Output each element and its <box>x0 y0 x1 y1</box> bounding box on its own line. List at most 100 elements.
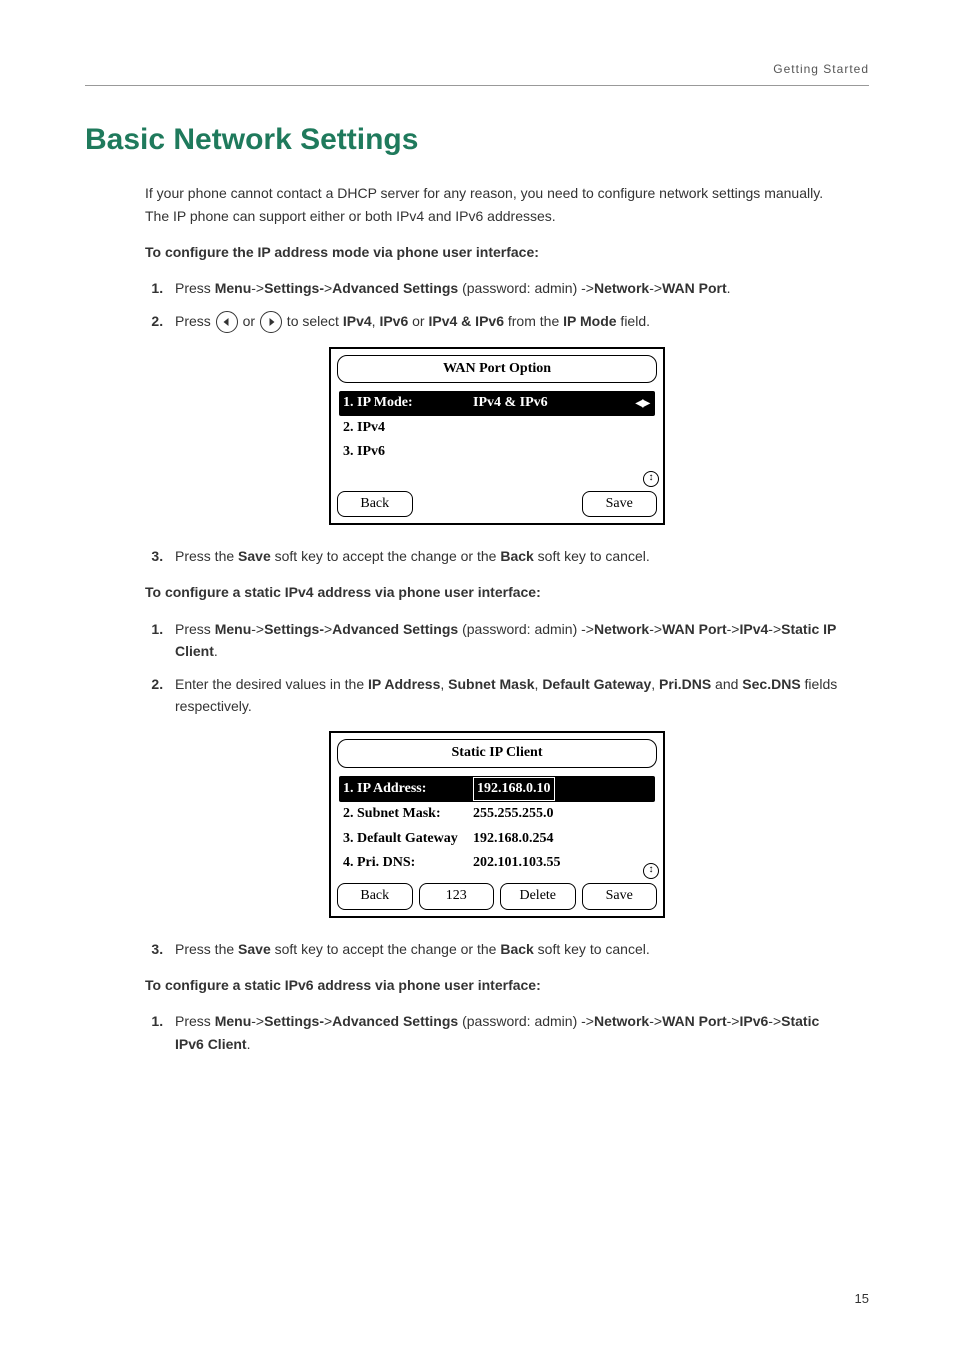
section2-steps: Press Menu->Settings->Advanced Settings … <box>145 618 849 718</box>
option: IPv4 & IPv6 <box>428 313 504 329</box>
menu-path: Settings- <box>264 1013 324 1029</box>
row-value: 192.168.0.254 <box>473 828 651 850</box>
softkey-name: Back <box>500 548 533 564</box>
phone-screen-static-ip: Static IP Client 1. IP Address: 192.168.… <box>329 731 665 917</box>
row-key: 1. IP Address: <box>343 778 473 800</box>
text: , <box>440 676 448 692</box>
text: > <box>324 1013 332 1029</box>
menu-row: 2. IPv4 <box>339 416 655 440</box>
scroll-indicator-icon: ↕ <box>643 863 659 879</box>
softkey-save: Save <box>582 883 658 909</box>
text: (password: admin) -> <box>458 621 594 637</box>
text: and <box>711 676 742 692</box>
menu-row-selected: 1. IP Mode: IPv4 & IPv6 ◀▶ <box>339 391 655 415</box>
screen-title: Static IP Client <box>337 739 657 767</box>
text: field. <box>617 313 650 329</box>
menu-path: Settings- <box>264 280 324 296</box>
field-name: IP Mode <box>563 313 616 329</box>
text: . <box>247 1036 251 1052</box>
text: -> <box>251 1013 264 1029</box>
text: Press the <box>175 548 238 564</box>
section2-steps-cont: Press the Save soft key to accept the ch… <box>145 938 849 960</box>
menu-path: Menu <box>215 1013 252 1029</box>
option: IPv4 <box>343 313 372 329</box>
text: (password: admin) -> <box>458 1013 594 1029</box>
softkey-123: 123 <box>419 883 495 909</box>
menu-path: Network <box>594 621 649 637</box>
text: -> <box>251 621 264 637</box>
text: > <box>324 621 332 637</box>
text: Press <box>175 621 215 637</box>
left-arrow-icon <box>216 311 238 333</box>
text: -> <box>251 280 264 296</box>
text: -> <box>649 280 662 296</box>
softkey-save: Save <box>582 491 658 517</box>
text: soft key to cancel. <box>534 941 650 957</box>
text: , <box>651 676 659 692</box>
menu-row: 4. Pri. DNS: 202.101.103.55 <box>339 851 655 875</box>
text: Press <box>175 280 215 296</box>
row-value: 255.255.255.0 <box>473 803 651 825</box>
softkey-name: Back <box>500 941 533 957</box>
row-key: 2. Subnet Mask: <box>343 803 473 825</box>
menu-row: 2. Subnet Mask: 255.255.255.0 <box>339 802 655 826</box>
text: -> <box>768 1013 781 1029</box>
menu-path: Advanced Settings <box>332 621 458 637</box>
text: Press the <box>175 941 238 957</box>
phone-screen-wan-port: WAN Port Option 1. IP Mode: IPv4 & IPv6 … <box>329 347 665 525</box>
text: soft key to accept the change or the <box>271 548 501 564</box>
value-box: 192.168.0.10 <box>473 777 555 801</box>
field-name: Subnet Mask <box>448 676 534 692</box>
section1-heading: To configure the IP address mode via pho… <box>145 241 849 263</box>
softkey-bar: Back Save <box>337 491 657 517</box>
menu-path: Advanced Settings <box>332 280 458 296</box>
section2-step3: Press the Save soft key to accept the ch… <box>167 938 849 960</box>
row-value: 202.101.103.55 <box>473 852 651 874</box>
row-value: 192.168.0.10 <box>473 777 651 801</box>
section2-step1: Press Menu->Settings->Advanced Settings … <box>167 618 849 663</box>
field-name: Pri.DNS <box>659 676 711 692</box>
field-name: IP Address <box>368 676 440 692</box>
row-key: 2. IPv4 <box>343 417 473 439</box>
text: . <box>727 280 731 296</box>
row-key: 3. IPv6 <box>343 441 473 463</box>
menu-path: Menu <box>215 621 252 637</box>
row-value: IPv4 & IPv6 <box>473 392 636 414</box>
screen-body: 1. IP Mode: IPv4 & IPv6 ◀▶ 2. IPv4 3. IP… <box>337 389 657 484</box>
text: Press <box>175 313 215 329</box>
softkey-delete: Delete <box>500 883 576 909</box>
menu-path: Menu <box>215 280 252 296</box>
section3-steps: Press Menu->Settings->Advanced Settings … <box>145 1010 849 1055</box>
right-arrow-icon <box>260 311 282 333</box>
softkey-back: Back <box>337 883 413 909</box>
section3-step1: Press Menu->Settings->Advanced Settings … <box>167 1010 849 1055</box>
menu-path: Advanced Settings <box>332 1013 458 1029</box>
page-title: Basic Network Settings <box>85 116 869 164</box>
text: -> <box>768 621 781 637</box>
text: soft key to cancel. <box>534 548 650 564</box>
section1-steps: Press Menu->Settings->Advanced Settings … <box>145 277 849 333</box>
section1-steps-cont: Press the Save soft key to accept the ch… <box>145 545 849 567</box>
text: or <box>239 313 259 329</box>
text: -> <box>649 1013 662 1029</box>
screen-title: WAN Port Option <box>337 355 657 383</box>
text: or <box>408 313 428 329</box>
field-name: Sec.DNS <box>742 676 800 692</box>
softkey-name: Save <box>238 548 271 564</box>
menu-path: WAN Port <box>662 1013 727 1029</box>
text: -> <box>727 621 740 637</box>
menu-row: 3. Default Gateway 192.168.0.254 <box>339 827 655 851</box>
menu-path: Settings- <box>264 621 324 637</box>
row-key: 4. Pri. DNS: <box>343 852 473 874</box>
text: to select <box>283 313 343 329</box>
menu-path: WAN Port <box>662 621 727 637</box>
text: -> <box>727 1013 740 1029</box>
section2-step2: Enter the desired values in the IP Addre… <box>167 673 849 718</box>
softkey-name: Save <box>238 941 271 957</box>
menu-path: IPv4 <box>739 621 768 637</box>
menu-path: Network <box>594 280 649 296</box>
option: IPv6 <box>379 313 408 329</box>
text: (password: admin) -> <box>458 280 594 296</box>
page-content: If your phone cannot contact a DHCP serv… <box>145 182 849 1055</box>
scroll-indicator-icon: ↕ <box>643 471 659 487</box>
